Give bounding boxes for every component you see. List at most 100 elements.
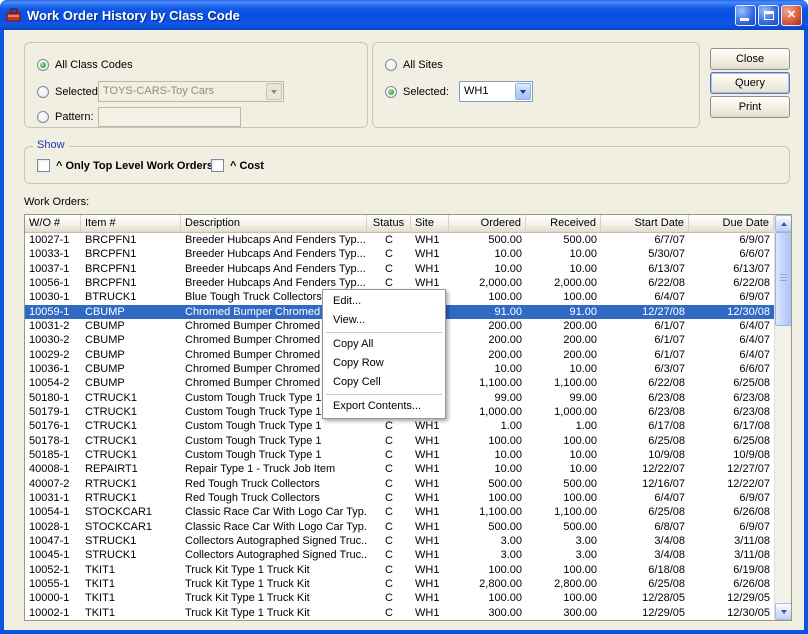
menu-item-copy-cell[interactable]: Copy Cell: [323, 373, 445, 392]
wo-row-10028-1[interactable]: 10028-1STOCKCAR1Classic Race Car With Lo…: [25, 520, 774, 534]
wo-cell-start-date: 6/25/08: [601, 505, 689, 519]
show-group: Show ^ Only Top Level Work Orders ^ Cost: [24, 146, 790, 184]
wo-cell-due-date: 6/9/07: [689, 520, 774, 534]
selected-class-code-radio[interactable]: [37, 86, 49, 98]
all-sites-label[interactable]: All Sites: [403, 58, 443, 72]
pattern-radio[interactable]: [37, 111, 49, 123]
close-button[interactable]: Close: [710, 48, 790, 70]
wo-cell-due-date: 6/19/08: [689, 563, 774, 577]
wo-cell-item: STRUCK1: [81, 534, 181, 548]
column-header-item[interactable]: Item #: [81, 215, 181, 233]
wo-row-10054-1[interactable]: 10054-1STOCKCAR1Classic Race Car With Lo…: [25, 505, 774, 519]
wo-cell-w-o: 10031-1: [25, 491, 81, 505]
wo-row-50178-1[interactable]: 50178-1CTRUCK1Custom Tough Truck Type 1C…: [25, 434, 774, 448]
menu-item-copy-row[interactable]: Copy Row: [323, 354, 445, 373]
wo-cell-received: 1,100.00: [526, 505, 601, 519]
selected-site-label[interactable]: Selected:: [403, 85, 449, 99]
wo-cell-site: WH1: [411, 534, 449, 548]
column-header-description[interactable]: Description: [181, 215, 367, 233]
all-sites-radio[interactable]: [385, 59, 397, 71]
wo-cell-status: C: [367, 477, 411, 491]
wo-cell-status: C: [367, 534, 411, 548]
column-header-w-o[interactable]: W/O #: [25, 215, 81, 233]
wo-cell-ordered: 200.00: [449, 319, 526, 333]
wo-cell-start-date: 12/29/05: [601, 606, 689, 620]
wo-cell-w-o: 10054-2: [25, 376, 81, 390]
class-code-combo[interactable]: TOYS-CARS-Toy Cars: [98, 81, 284, 102]
cost-checkbox-label[interactable]: ^ Cost: [230, 159, 264, 173]
wo-cell-ordered: 1,100.00: [449, 505, 526, 519]
wo-row-10047-1[interactable]: 10047-1STRUCK1Collectors Autographed Sig…: [25, 534, 774, 548]
wo-cell-description: Breeder Hubcaps And Fenders Typ...: [181, 247, 367, 261]
wo-cell-start-date: 6/17/08: [601, 419, 689, 433]
print-button[interactable]: Print: [710, 96, 790, 118]
wo-cell-start-date: 6/8/07: [601, 520, 689, 534]
column-header-site[interactable]: Site: [411, 215, 449, 233]
wo-row-10045-1[interactable]: 10045-1STRUCK1Collectors Autographed Sig…: [25, 548, 774, 562]
menu-item-edit[interactable]: Edit...: [323, 292, 445, 311]
wo-cell-w-o: 10055-1: [25, 577, 81, 591]
wo-cell-description: Collectors Autographed Signed Truc...: [181, 534, 367, 548]
query-button[interactable]: Query: [710, 72, 790, 94]
pattern-label[interactable]: Pattern:: [55, 110, 94, 124]
wo-cell-due-date: 6/23/08: [689, 391, 774, 405]
wo-cell-status: C: [367, 448, 411, 462]
wo-cell-due-date: 12/27/07: [689, 462, 774, 476]
wo-cell-w-o: 10054-1: [25, 505, 81, 519]
top-level-checkbox[interactable]: [37, 159, 50, 172]
wo-row-40008-1[interactable]: 40008-1REPAIRT1Repair Type 1 - Truck Job…: [25, 462, 774, 476]
column-header-start-date[interactable]: Start Date: [601, 215, 689, 233]
wo-cell-due-date: 6/6/07: [689, 247, 774, 261]
wo-row-40007-2[interactable]: 40007-2RTRUCK1Red Tough Truck Collectors…: [25, 477, 774, 491]
all-class-codes-label[interactable]: All Class Codes: [55, 58, 133, 72]
wo-row-10031-1[interactable]: 10031-1RTRUCK1Red Tough Truck Collectors…: [25, 491, 774, 505]
wo-cell-site: WH1: [411, 591, 449, 605]
wo-cell-start-date: 6/13/07: [601, 262, 689, 276]
column-header-ordered[interactable]: Ordered: [449, 215, 526, 233]
wo-row-10055-1[interactable]: 10055-1TKIT1Truck Kit Type 1 Truck KitCW…: [25, 577, 774, 591]
menu-separator: [326, 394, 442, 395]
scroll-up-button[interactable]: [775, 215, 792, 232]
scroll-down-button[interactable]: [775, 603, 792, 620]
wo-cell-due-date: 3/11/08: [689, 534, 774, 548]
pattern-input[interactable]: [98, 107, 241, 127]
wo-row-10002-1[interactable]: 10002-1TKIT1Truck Kit Type 1 Truck KitCW…: [25, 606, 774, 620]
column-header-due-date[interactable]: Due Date: [689, 215, 774, 233]
wo-row-10000-1[interactable]: 10000-1TKIT1Truck Kit Type 1 Truck KitCW…: [25, 591, 774, 605]
menu-item-export-contents[interactable]: Export Contents...: [323, 397, 445, 416]
selected-site-radio[interactable]: [385, 86, 397, 98]
wo-row-10027-1[interactable]: 10027-1BRCPFN1Breeder Hubcaps And Fender…: [25, 233, 774, 247]
wo-row-50176-1[interactable]: 50176-1CTRUCK1Custom Tough Truck Type 1C…: [25, 419, 774, 433]
wo-cell-ordered: 1.00: [449, 419, 526, 433]
cost-checkbox[interactable]: [211, 159, 224, 172]
wo-cell-ordered: 100.00: [449, 434, 526, 448]
wo-row-10052-1[interactable]: 10052-1TKIT1Truck Kit Type 1 Truck KitCW…: [25, 563, 774, 577]
vertical-scrollbar[interactable]: [774, 215, 791, 620]
wo-cell-item: STOCKCAR1: [81, 505, 181, 519]
menu-item-view[interactable]: View...: [323, 311, 445, 330]
top-level-checkbox-label[interactable]: ^ Only Top Level Work Orders: [56, 159, 213, 173]
scrollbar-thumb[interactable]: [775, 232, 792, 326]
wo-cell-ordered: 10.00: [449, 262, 526, 276]
column-header-received[interactable]: Received: [526, 215, 601, 233]
wo-cell-w-o: 50185-1: [25, 448, 81, 462]
close-window-button[interactable]: ✕: [781, 5, 802, 26]
column-header-status[interactable]: Status: [367, 215, 411, 233]
wo-cell-received: 500.00: [526, 233, 601, 247]
minimize-button[interactable]: [735, 5, 756, 26]
wo-cell-received: 10.00: [526, 362, 601, 376]
selected-class-code-label[interactable]: Selected:: [55, 85, 101, 99]
wo-row-10033-1[interactable]: 10033-1BRCPFN1Breeder Hubcaps And Fender…: [25, 247, 774, 261]
menu-item-copy-all[interactable]: Copy All: [323, 335, 445, 354]
all-class-codes-radio[interactable]: [37, 59, 49, 71]
wo-cell-received: 500.00: [526, 477, 601, 491]
wo-cell-item: TKIT1: [81, 606, 181, 620]
wo-row-50185-1[interactable]: 50185-1CTRUCK1Custom Tough Truck Type 1C…: [25, 448, 774, 462]
wo-cell-start-date: 6/7/07: [601, 233, 689, 247]
wo-cell-w-o: 50178-1: [25, 434, 81, 448]
wo-cell-w-o: 10036-1: [25, 362, 81, 376]
wo-cell-w-o: 10059-1: [25, 305, 81, 319]
wo-row-10037-1[interactable]: 10037-1BRCPFN1Breeder Hubcaps And Fender…: [25, 262, 774, 276]
site-combo[interactable]: WH1: [459, 81, 533, 102]
maximize-button[interactable]: [758, 5, 779, 26]
